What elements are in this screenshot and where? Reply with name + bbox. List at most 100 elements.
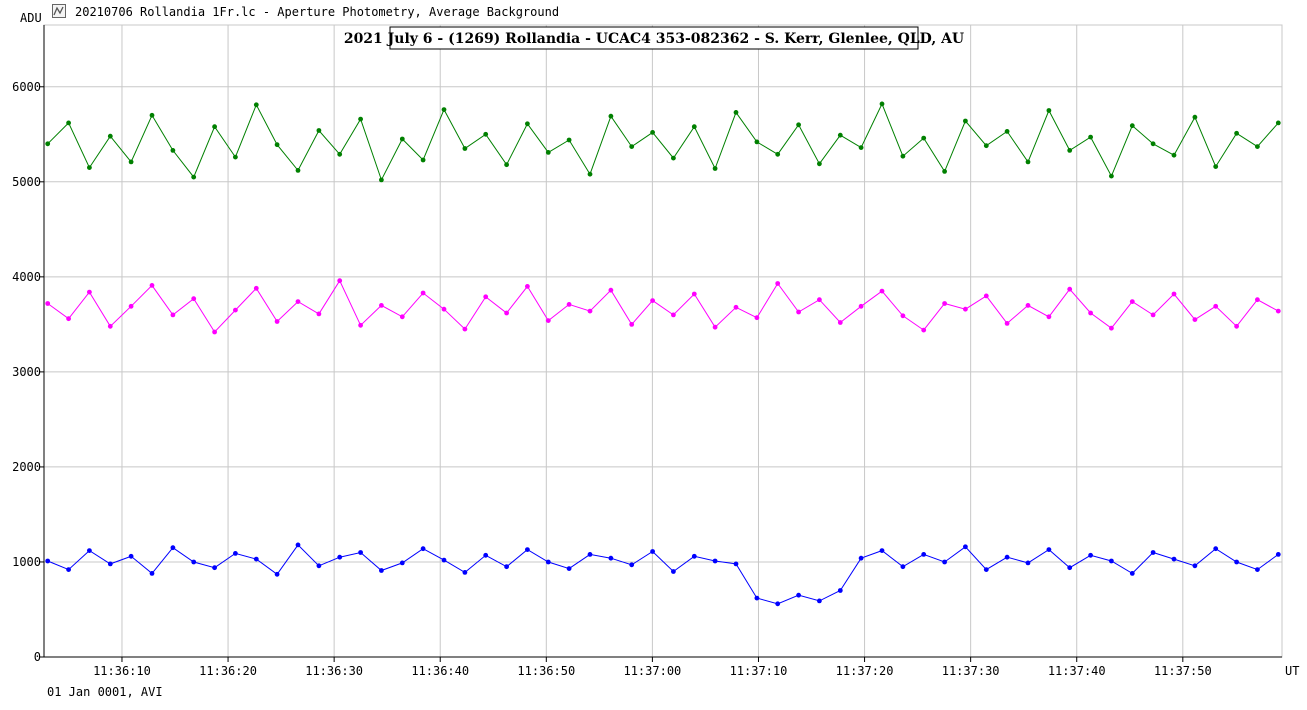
data-point xyxy=(337,554,343,560)
x-tick-label: 11:36:50 xyxy=(517,664,575,678)
data-point xyxy=(66,316,71,322)
data-point xyxy=(170,148,176,153)
data-point xyxy=(441,557,447,563)
data-point xyxy=(295,299,301,304)
data-point xyxy=(858,303,864,309)
data-point xyxy=(441,306,447,312)
data-point xyxy=(691,553,697,559)
data-point xyxy=(1192,317,1198,322)
data-point xyxy=(274,571,280,577)
data-point xyxy=(691,124,697,130)
data-point xyxy=(212,565,218,571)
data-point xyxy=(191,559,197,565)
data-point xyxy=(587,171,593,177)
data-point xyxy=(587,552,593,557)
data-point xyxy=(358,116,363,122)
x-tick-label: 11:37:30 xyxy=(942,664,1000,678)
data-point xyxy=(1088,310,1093,316)
x-tick-label: 11:36:40 xyxy=(411,664,469,678)
series-line xyxy=(47,544,1279,605)
data-point xyxy=(983,293,989,299)
data-point xyxy=(274,319,280,324)
data-point xyxy=(733,304,739,310)
data-point xyxy=(671,569,676,574)
data-point xyxy=(87,289,92,295)
data-point xyxy=(921,552,927,557)
series-3 xyxy=(45,542,1281,607)
data-point xyxy=(525,121,530,127)
data-point xyxy=(942,559,947,565)
data-point xyxy=(1088,134,1093,140)
data-point xyxy=(87,165,92,171)
data-point xyxy=(817,161,822,167)
data-point xyxy=(983,567,989,572)
data-point xyxy=(671,155,676,161)
x-tick-label: 11:37:50 xyxy=(1154,664,1212,678)
x-tick-label: 11:37:00 xyxy=(623,664,681,678)
data-point xyxy=(399,136,405,142)
data-point xyxy=(483,294,489,300)
y-tick-label: 3000 xyxy=(12,365,41,379)
data-point xyxy=(1275,120,1281,126)
data-point xyxy=(149,571,155,576)
data-point xyxy=(525,284,530,289)
data-point xyxy=(107,133,113,139)
data-point xyxy=(170,312,176,318)
data-point xyxy=(608,555,614,561)
y-tick-label: 6000 xyxy=(12,80,41,94)
data-point xyxy=(45,141,51,147)
data-point xyxy=(1088,552,1093,558)
data-point xyxy=(420,157,426,163)
data-point xyxy=(1255,297,1260,303)
y-axis-unit-label: ADU xyxy=(20,11,42,25)
chart-title-box: 2021 July 6 - (1269) Rollandia - UCAC4 3… xyxy=(344,26,964,50)
data-point xyxy=(295,168,301,173)
chart-app-icon[interactable] xyxy=(52,4,66,18)
data-point xyxy=(149,283,155,288)
x-tick-label: 11:37:10 xyxy=(730,664,788,678)
data-point xyxy=(754,315,760,321)
data-point xyxy=(879,548,885,553)
data-point xyxy=(566,566,572,571)
data-point xyxy=(316,128,322,133)
data-point xyxy=(671,312,676,318)
y-tick-label: 2000 xyxy=(12,460,41,474)
data-point xyxy=(712,558,718,564)
data-point xyxy=(733,110,739,115)
data-point xyxy=(858,555,864,561)
data-point xyxy=(1150,312,1156,318)
data-point xyxy=(1025,159,1031,165)
data-point xyxy=(316,311,322,317)
data-point xyxy=(1234,130,1239,136)
y-tick-label: 0 xyxy=(34,650,41,664)
data-point xyxy=(504,564,509,570)
data-point xyxy=(963,306,968,312)
data-point xyxy=(253,102,259,108)
data-point xyxy=(900,153,906,159)
chart-grid xyxy=(43,24,1283,658)
data-point xyxy=(629,144,635,150)
y-tick-label: 4000 xyxy=(12,270,41,284)
data-point xyxy=(629,322,635,327)
data-point xyxy=(399,314,405,320)
data-point xyxy=(191,174,197,180)
data-point xyxy=(796,122,801,128)
y-tick-label: 5000 xyxy=(12,175,41,189)
data-point xyxy=(942,301,947,306)
data-point xyxy=(1129,571,1135,576)
data-point xyxy=(1150,550,1156,555)
data-point xyxy=(233,551,238,556)
data-point xyxy=(170,545,176,551)
chart-axes: 0 1000 2000 3000 4000 5000 6000 11:36:10 11:36:2… xyxy=(12,25,1299,678)
data-point xyxy=(420,546,426,552)
data-point xyxy=(128,159,134,165)
data-point xyxy=(817,598,822,604)
data-point xyxy=(1109,173,1114,179)
data-point xyxy=(462,146,468,151)
data-point xyxy=(921,135,927,141)
data-point xyxy=(379,303,384,308)
data-point xyxy=(1234,323,1239,329)
data-point xyxy=(358,322,363,328)
data-point xyxy=(1234,559,1239,565)
data-point xyxy=(650,130,655,135)
